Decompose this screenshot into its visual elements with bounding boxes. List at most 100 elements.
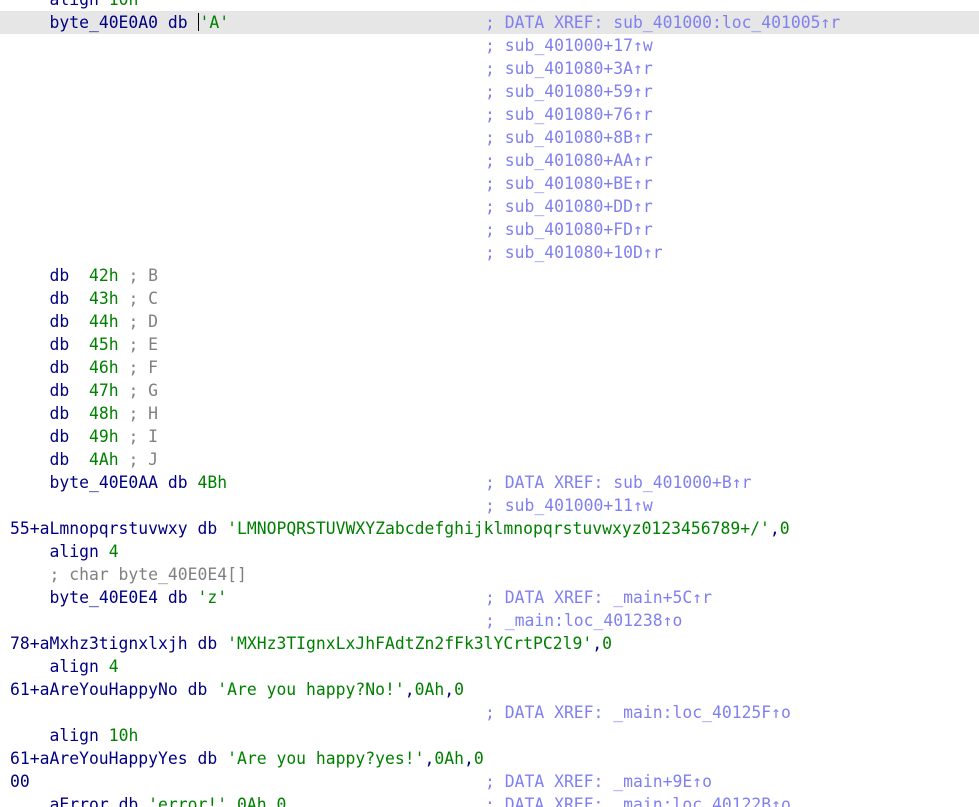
code-column: db 49h ; I [10,425,158,448]
listing-line[interactable]: db 49h ; I [0,425,979,448]
string-operand: 'z' [197,588,228,607]
code-column: 55+aLmnopqrstuvwxy db 'LMNOPQRSTUVWXYZab… [10,517,790,540]
numeric-operand: 0Ah [414,680,445,699]
xref-comment[interactable]: ; sub_401000+11↑w [485,494,653,517]
numeric-operand: 0Ah [434,749,464,768]
xref-comment[interactable]: ; sub_401080+AA↑r [485,149,653,172]
listing-line[interactable]: ; DATA XREF: _main:loc_40125F↑o [0,701,979,724]
xref-comment[interactable]: ; sub_401080+DD↑r [485,195,653,218]
xref-comment[interactable]: ; sub_401080+BE↑r [485,172,653,195]
listing-line[interactable]: ; sub_401080+59↑r [0,80,979,103]
listing-line[interactable]: byte_40E0AA db 4Bh ; DATA XREF: sub_40100… [0,471,979,494]
listing-line[interactable]: db 45h ; E [0,333,979,356]
listing-line[interactable]: ; sub_401080+DD↑r [0,195,979,218]
listing-line[interactable]: 78+aMxhz3tignxlxjh db 'MXHz3TIgnxLxJhFAd… [0,632,979,655]
listing-line[interactable]: db 4Ah ; J [0,448,979,471]
xref-comment[interactable]: ; DATA XREF: sub_401000:loc_401005↑r [485,11,840,34]
inline-comment: ; B [118,266,159,285]
separator: , [266,795,277,807]
xref-comment[interactable]: ; DATA XREF: sub_401000+B↑r [485,471,751,494]
numeric-operand: 42h [88,266,119,285]
listing-line[interactable]: align 4 [0,655,979,678]
inline-comment: ; char byte_40E0E4[] [49,565,247,584]
label[interactable]: 55+aLmnopqrstuvwxy [10,519,198,538]
xref-comment[interactable]: ; DATA XREF: _main:loc_40122B↑o [485,793,791,807]
numeric-operand: 10h [109,0,139,9]
listing-line[interactable]: align 10h [0,0,979,11]
listing-line[interactable]: db 48h ; H [0,402,979,425]
separator: , [769,519,780,538]
code-column: 61+aAreYouHappyNo db 'Are you happy?No!'… [10,678,464,701]
listing-line[interactable]: db 44h ; D [0,310,979,333]
listing-line[interactable]: 61+aAreYouHappyNo db 'Are you happy?No!'… [0,678,979,701]
numeric-operand: 0 [473,749,484,768]
xref-comment[interactable]: ; _main:loc_401238↑o [485,609,682,632]
listing-line[interactable]: db 47h ; G [0,379,979,402]
current-line[interactable]: byte_40E0A0 db 'A' ; DATA XREF: sub_40100… [0,11,979,34]
listing-line[interactable]: aError db 'error!',0Ah,0; DATA XREF: _ma… [0,793,979,807]
xref-comment[interactable]: ; DATA XREF: _main:loc_40125F↑o [485,701,791,724]
listing-line[interactable]: align 4 [0,540,979,563]
listing-line[interactable]: ; sub_401080+FD↑r [0,218,979,241]
listing-line[interactable]: db 42h ; B [0,264,979,287]
listing-line[interactable]: ; sub_401000+17↑w [0,34,979,57]
xref-comment[interactable]: ; sub_401080+FD↑r [485,218,653,241]
label[interactable]: 00 [10,772,30,791]
string-operand: 'Are you happy?yes!' [227,749,425,768]
xref-comment[interactable]: ; sub_401080+8B↑r [485,126,653,149]
numeric-operand: 0 [454,680,464,699]
listing-line[interactable]: ; sub_401080+8B↑r [0,126,979,149]
listing-line[interactable]: ; char byte_40E0E4[] [0,563,979,586]
inline-comment: ; D [118,312,159,331]
listing-line[interactable]: 55+aLmnopqrstuvwxy db 'LMNOPQRSTUVWXYZab… [0,517,979,540]
label[interactable]: byte_40E0E4 [49,588,167,607]
listing-line[interactable]: ; sub_401080+BE↑r [0,172,979,195]
label[interactable]: 78+aMxhz3tignxlxjh [10,634,198,653]
listing-line[interactable]: ; _main:loc_401238↑o [0,609,979,632]
listing-line[interactable]: ; sub_401000+11↑w [0,494,979,517]
xref-comment[interactable]: ; DATA XREF: _main+5C↑r [485,586,712,609]
code-column: db 43h ; C [10,287,158,310]
directive: db [197,634,228,653]
xref-comment[interactable]: ; sub_401080+3A↑r [485,57,653,80]
listing-line[interactable]: ; sub_401080+10D↑r [0,241,979,264]
listing-line[interactable]: 00 ; DATA XREF: _main+9E↑o [0,770,979,793]
directive: db [49,427,89,446]
directive: db [49,312,89,331]
code-column: byte_40E0E4 db 'z' [10,586,227,609]
numeric-operand: 44h [88,312,119,331]
directive: db [49,381,89,400]
label[interactable]: 61+aAreYouHappyNo [10,680,188,699]
xref-comment[interactable]: ; sub_401080+10D↑r [485,241,663,264]
listing-line[interactable]: ; sub_401080+76↑r [0,103,979,126]
code-column: byte_40E0AA db 4Bh [10,471,227,494]
listing-line[interactable]: ; sub_401080+3A↑r [0,57,979,80]
listing-line[interactable]: db 43h ; C [0,287,979,310]
listing-line[interactable]: byte_40E0E4 db 'z' ; DATA XREF: _main+5C↑… [0,586,979,609]
directive: db [197,519,228,538]
listing-line[interactable]: 61+aAreYouHappyYes db 'Are you happy?yes… [0,747,979,770]
label[interactable]: aError [49,795,118,807]
disassembly-listing[interactable]: align 10h byte_40E0A0 db 'A' ; DATA XREF:… [0,0,979,807]
label[interactable]: byte_40E0A0 [49,13,167,32]
label[interactable]: 61+aAreYouHappyYes [10,749,198,768]
listing-line[interactable]: align 10h [0,724,979,747]
numeric-operand: 4Ah [88,450,119,469]
xref-comment[interactable]: ; sub_401080+59↑r [485,80,653,103]
code-column: 78+aMxhz3tignxlxjh db 'MXHz3TIgnxLxJhFAd… [10,632,612,655]
xref-comment[interactable]: ; sub_401080+76↑r [485,103,653,126]
xref-comment[interactable]: ; DATA XREF: _main+9E↑o [485,770,712,793]
listing-line[interactable]: ; sub_401080+AA↑r [0,149,979,172]
code-column: 61+aAreYouHappyYes db 'Are you happy?yes… [10,747,484,770]
xref-comment[interactable]: ; sub_401000+17↑w [485,34,653,57]
text-cursor [197,13,199,31]
listing-line[interactable]: db 46h ; F [0,356,979,379]
label[interactable]: byte_40E0AA [49,473,167,492]
